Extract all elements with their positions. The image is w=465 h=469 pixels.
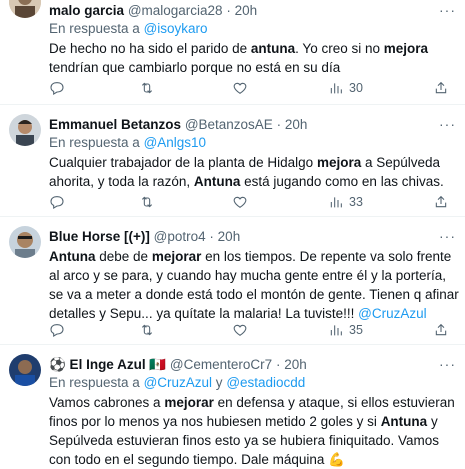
reply-mention[interactable]: @CruzAzul xyxy=(144,375,212,390)
tweet-actions: 30 xyxy=(49,80,459,98)
share-button[interactable] xyxy=(433,194,449,210)
heart-icon xyxy=(233,82,247,94)
separator-dot: · xyxy=(275,357,281,372)
flag-icon: 🇲🇽 xyxy=(149,357,167,372)
timestamp[interactable]: 20h xyxy=(235,3,258,18)
reply-context: En respuesta a @Anlgs10 xyxy=(49,135,206,150)
display-name[interactable]: Emmanuel Betanzos xyxy=(49,117,181,132)
tweet-actions: 35 xyxy=(49,322,459,340)
tweet-actions: 33 xyxy=(49,194,459,212)
more-options-icon[interactable]: ··· xyxy=(439,2,456,18)
reply-context: En respuesta a @isoykaro xyxy=(49,21,208,36)
reply-button[interactable] xyxy=(49,194,65,210)
user-handle[interactable]: @malogarcia28 xyxy=(128,3,223,18)
tweet-header: Emmanuel Betanzos @BetanzosAE · 20h xyxy=(49,117,307,132)
avatar[interactable] xyxy=(9,226,41,258)
avatar[interactable] xyxy=(9,0,41,18)
tweet-1[interactable]: malo garcia @malogarcia28 · 20h ··· En r… xyxy=(0,0,465,105)
display-name[interactable]: malo garcia xyxy=(49,3,124,18)
display-name[interactable]: ⚽ El Inge Azul xyxy=(49,357,146,372)
timestamp[interactable]: 20h xyxy=(284,357,307,372)
reply-mention[interactable]: @Anlgs10 xyxy=(144,135,207,150)
more-options-icon[interactable]: ··· xyxy=(439,116,456,132)
views-chart-icon xyxy=(330,197,342,208)
reply-mention-2[interactable]: @estadiocdd xyxy=(226,375,305,390)
views-button[interactable]: 35 xyxy=(328,322,363,338)
tweet-4[interactable]: ⚽ El Inge Azul 🇲🇽 @CementeroCr7 · 20h ··… xyxy=(0,344,465,467)
user-handle[interactable]: @potro4 xyxy=(154,229,206,244)
separator-dot: · xyxy=(276,117,282,132)
tweet-text: Antuna debe de mejorar en los tiempos. D… xyxy=(49,249,459,321)
retweet-button[interactable] xyxy=(139,80,155,96)
reply-prefix: En respuesta a xyxy=(49,135,144,150)
reply-button[interactable] xyxy=(49,322,65,338)
timestamp[interactable]: 20h xyxy=(285,117,308,132)
heart-icon xyxy=(233,196,247,208)
reply-mention[interactable]: @isoykaro xyxy=(144,21,208,36)
reply-icon xyxy=(50,324,64,337)
reply-icon xyxy=(50,82,64,95)
share-icon xyxy=(435,323,447,336)
share-button[interactable] xyxy=(433,322,449,338)
views-count: 30 xyxy=(349,81,363,95)
tweet-text: Vamos cabrones a mejorar en defensa y at… xyxy=(49,395,455,467)
heart-icon xyxy=(233,324,247,336)
more-options-icon[interactable]: ··· xyxy=(439,356,456,372)
tweet-header: malo garcia @malogarcia28 · 20h xyxy=(49,3,257,18)
tweet-2[interactable]: Emmanuel Betanzos @BetanzosAE · 20h ··· … xyxy=(0,104,465,217)
reply-context: En respuesta a @CruzAzul y @estadiocdd xyxy=(49,375,305,390)
views-chart-icon xyxy=(330,83,342,94)
views-button[interactable]: 30 xyxy=(328,80,363,96)
display-name[interactable]: Blue Horse [(+)] xyxy=(49,229,150,244)
share-button[interactable] xyxy=(433,80,449,96)
tweet-text: Cualquier trabajador de la planta de Hid… xyxy=(49,155,444,189)
retweet-icon xyxy=(141,196,153,208)
reply-and: y xyxy=(212,375,227,390)
reply-prefix: En respuesta a xyxy=(49,375,144,390)
retweet-icon xyxy=(141,82,153,94)
views-chart-icon xyxy=(330,325,342,336)
like-button[interactable] xyxy=(232,194,248,210)
avatar[interactable] xyxy=(9,114,41,146)
more-options-icon[interactable]: ··· xyxy=(439,228,456,244)
timestamp[interactable]: 20h xyxy=(218,229,241,244)
retweet-icon xyxy=(141,324,153,336)
body-mention[interactable]: @CruzAzul xyxy=(358,306,426,321)
views-button[interactable]: 33 xyxy=(328,194,363,210)
reply-button[interactable] xyxy=(49,80,65,96)
tweet-3[interactable]: Blue Horse [(+)] @potro4 · 20h ··· Antun… xyxy=(0,216,465,345)
flexed-biceps-emoji: 💪 xyxy=(328,452,346,467)
separator-dot: · xyxy=(209,229,214,244)
user-handle[interactable]: @BetanzosAE xyxy=(185,117,273,132)
user-handle[interactable]: @CementeroCr7 xyxy=(170,357,272,372)
views-count: 35 xyxy=(349,323,363,337)
retweet-button[interactable] xyxy=(139,194,155,210)
like-button[interactable] xyxy=(232,80,248,96)
separator-dot: · xyxy=(226,3,231,18)
reply-icon xyxy=(50,196,64,209)
share-icon xyxy=(435,81,447,94)
share-icon xyxy=(435,195,447,208)
tweet-header: Blue Horse [(+)] @potro4 · 20h xyxy=(49,229,240,244)
like-button[interactable] xyxy=(232,322,248,338)
avatar[interactable] xyxy=(9,354,41,386)
reply-prefix: En respuesta a xyxy=(49,21,144,36)
views-count: 33 xyxy=(349,195,363,209)
retweet-button[interactable] xyxy=(139,322,155,338)
tweet-header: ⚽ El Inge Azul 🇲🇽 @CementeroCr7 · 20h xyxy=(49,357,307,373)
tweet-text: De hecho no ha sido el parido de antuna.… xyxy=(49,41,429,75)
